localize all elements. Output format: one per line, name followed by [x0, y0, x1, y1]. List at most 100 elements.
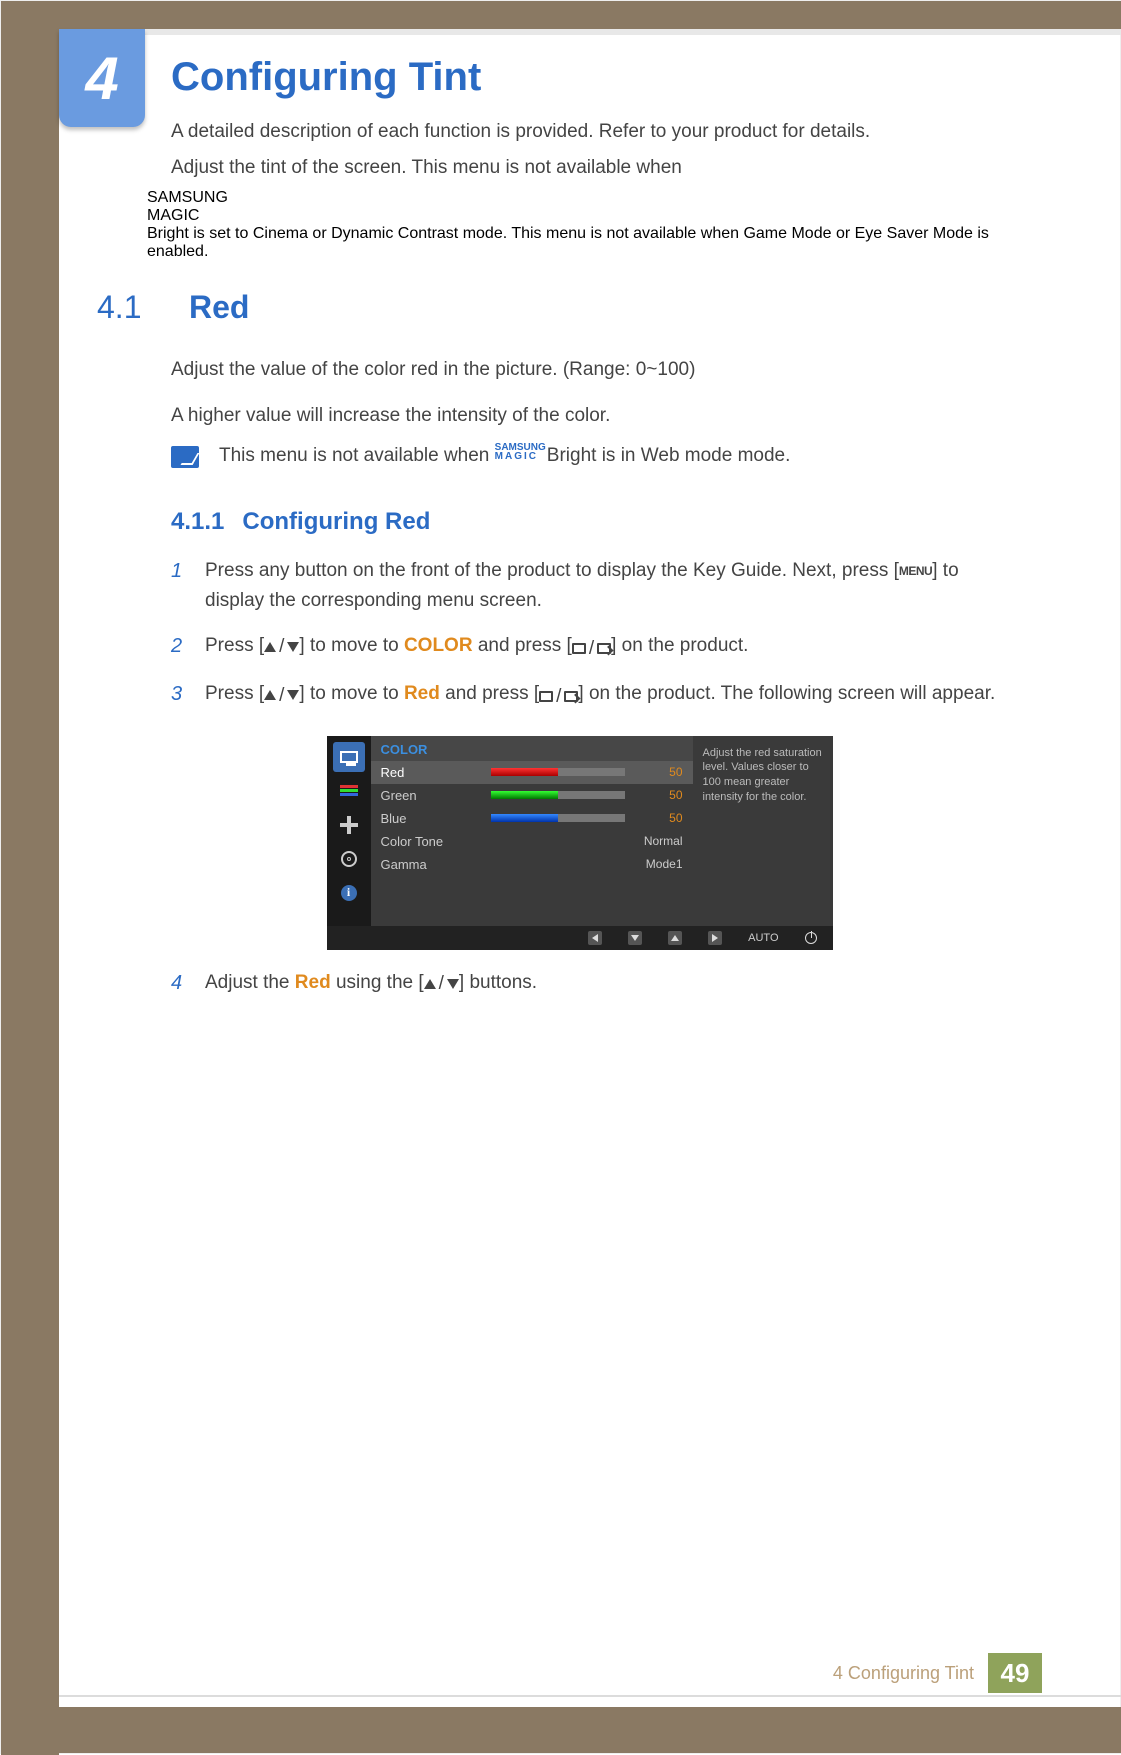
- cinema-mode: Cinema: [253, 225, 308, 242]
- osd-tab-size[interactable]: [333, 810, 365, 840]
- eye-saver-link[interactable]: Eye Saver Mode: [855, 225, 973, 242]
- osd-row-red[interactable]: Red 50: [371, 761, 693, 784]
- monitor-icon: [340, 751, 358, 763]
- subsection-title: Configuring Red: [242, 508, 430, 536]
- step-text: Adjust the Red using the [/] buttons.: [205, 968, 537, 999]
- bright-link[interactable]: Bright: [547, 445, 597, 466]
- text: ] buttons.: [459, 972, 537, 993]
- text: ] on the product. The following screen w…: [578, 683, 995, 704]
- text: and press [: [473, 635, 572, 656]
- text: using the [: [331, 972, 424, 993]
- content-area: Configuring Tint A detailed description …: [59, 29, 1121, 1015]
- osd-nav-down[interactable]: [628, 931, 642, 945]
- text: MAGIC: [147, 207, 1012, 225]
- text: Adjust the: [205, 972, 295, 993]
- text: ] on the product.: [611, 635, 748, 656]
- text: mode. This menu is not available when: [463, 225, 744, 242]
- resize-icon: [340, 816, 358, 834]
- dynamic-contrast: Dynamic Contrast: [331, 225, 458, 242]
- text: SAMSUNG: [147, 189, 1012, 207]
- note: This menu is not available when SAMSUNG …: [171, 443, 1012, 468]
- triangle-right-icon: [712, 934, 718, 942]
- step-number: 1: [171, 556, 191, 615]
- osd-row-blue[interactable]: Blue 50: [371, 807, 693, 830]
- triangle-down-icon: [631, 935, 639, 941]
- osd-label: Blue: [381, 811, 491, 826]
- osd-nav-bar: AUTO: [327, 926, 833, 950]
- osd-tab-picture[interactable]: [333, 742, 365, 772]
- osd-nav-up[interactable]: [668, 931, 682, 945]
- gear-icon: [341, 851, 357, 867]
- intro-line-1: A detailed description of each function …: [171, 118, 1012, 146]
- osd: i COLOR Red 50 Green 50: [327, 736, 833, 950]
- osd-help-panel: Adjust the red saturation level. Values …: [693, 736, 833, 926]
- text: ] to move to: [299, 635, 404, 656]
- steps-list-cont: 4 Adjust the Red using the [/] buttons.: [171, 968, 1012, 999]
- triangle-up-icon: [671, 935, 679, 941]
- bottom-margin-bar: [1, 1707, 1121, 1753]
- section-heading: 4.1 Red: [97, 289, 1012, 326]
- osd-row-green[interactable]: Green 50: [371, 784, 693, 807]
- osd-tab-setup[interactable]: [333, 844, 365, 874]
- text: ] to move to: [299, 683, 404, 704]
- color-bars-icon: [340, 784, 358, 797]
- page-title: Configuring Tint: [171, 55, 1012, 100]
- samsung-magic-icon: SAMSUNG MAGIC: [495, 443, 546, 461]
- text: Press [: [205, 683, 264, 704]
- bright-link[interactable]: Bright: [147, 225, 189, 242]
- step-text: Press [/] to move to Red and press [/] o…: [205, 679, 995, 711]
- power-icon: [805, 932, 817, 944]
- color-word: COLOR: [404, 635, 473, 656]
- page: 4 Configuring Tint A detailed descriptio…: [0, 0, 1121, 1754]
- osd-row-tone[interactable]: Color Tone Normal: [371, 830, 693, 853]
- osd-power-button[interactable]: [805, 932, 817, 944]
- step-number: 3: [171, 679, 191, 711]
- osd-slider-red[interactable]: [491, 768, 625, 776]
- step-number: 2: [171, 631, 191, 663]
- text: MAGIC: [495, 452, 546, 461]
- step-text: Press any button on the front of the pro…: [205, 556, 1012, 615]
- osd-nav-left[interactable]: [588, 931, 602, 945]
- osd-row-gamma[interactable]: Gamma Mode1: [371, 853, 693, 876]
- osd-value: Mode1: [491, 857, 683, 871]
- text: is set to: [193, 225, 253, 242]
- osd-tab-info[interactable]: i: [333, 878, 365, 908]
- step-1: 1 Press any button on the front of the p…: [171, 556, 1012, 615]
- up-down-icon: /: [424, 969, 459, 998]
- menu-glyph: MENU: [899, 562, 932, 581]
- select-enter-icon: /: [572, 634, 611, 663]
- select-enter-icon: /: [539, 682, 578, 711]
- info-icon: i: [341, 885, 357, 901]
- intro-line-2: Adjust the tint of the screen. This menu…: [171, 154, 1012, 182]
- step-4: 4 Adjust the Red using the [/] buttons.: [171, 968, 1012, 999]
- red-desc-2: A higher value will increase the intensi…: [171, 402, 1012, 430]
- top-margin-bar: [1, 1, 1121, 29]
- triangle-left-icon: [592, 934, 598, 942]
- left-margin-bar: [1, 1, 59, 1755]
- osd-slider-green[interactable]: [491, 791, 625, 799]
- osd-value: Normal: [491, 834, 683, 848]
- osd-nav-right[interactable]: [708, 931, 722, 945]
- subsection-number: 4.1.1: [171, 508, 224, 536]
- text: This menu is not available when: [219, 445, 495, 466]
- osd-main: COLOR Red 50 Green 50 Blue: [371, 736, 693, 926]
- osd-auto-label[interactable]: AUTO: [748, 932, 778, 944]
- step-number: 4: [171, 968, 191, 999]
- text: Press any button on the front of the pro…: [205, 560, 899, 581]
- footer-chapter: 4 Configuring Tint: [833, 1663, 974, 1684]
- osd-tab-color[interactable]: [333, 776, 365, 806]
- game-mode-link[interactable]: Game Mode: [743, 225, 831, 242]
- step-3: 3 Press [/] to move to Red and press [/]…: [171, 679, 1012, 711]
- osd-slider-blue[interactable]: [491, 814, 625, 822]
- section-title: Red: [189, 289, 249, 326]
- red-desc-1: Adjust the value of the color red in the…: [171, 356, 1012, 384]
- text: or: [836, 225, 855, 242]
- osd-value: 50: [635, 765, 683, 779]
- text: Press [: [205, 635, 264, 656]
- osd-header: COLOR: [371, 736, 693, 761]
- note-icon: [171, 446, 199, 468]
- red-word: Red: [404, 683, 440, 704]
- osd-label: Gamma: [381, 857, 491, 872]
- step-2: 2 Press [ / ] to move to COLOR and press […: [171, 631, 1012, 663]
- step-text: Press [/] to move to COLOR and press [/]…: [205, 631, 748, 663]
